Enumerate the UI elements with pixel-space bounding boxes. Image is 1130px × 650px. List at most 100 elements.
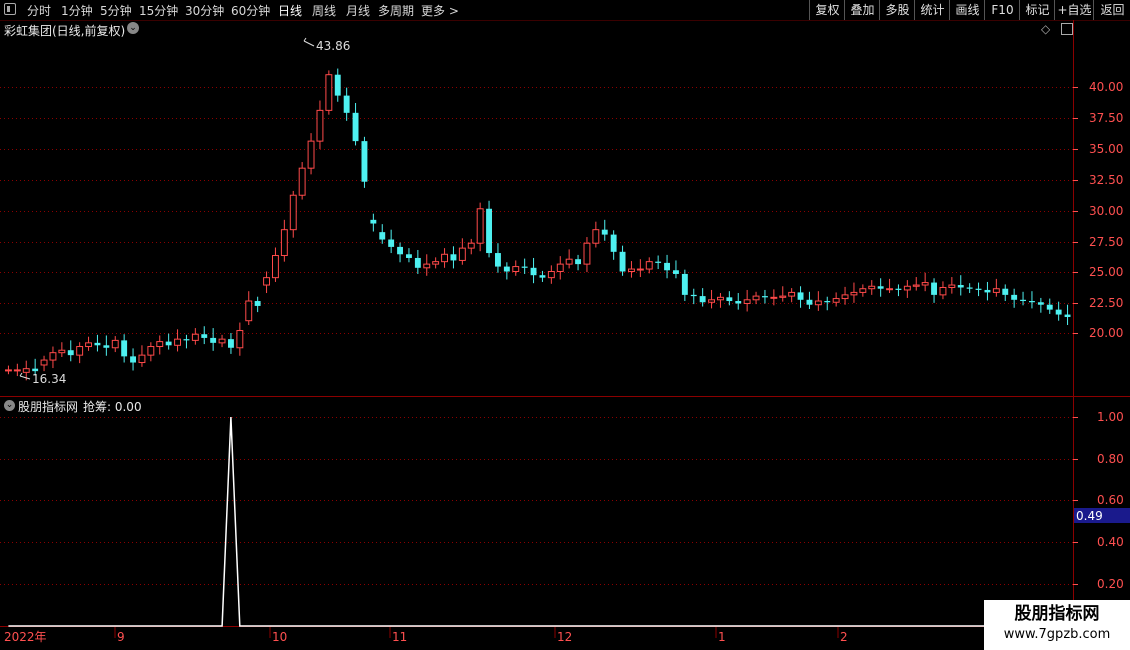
candle-body [289, 194, 297, 231]
candle-body [245, 300, 253, 322]
candle-body [992, 288, 1000, 293]
candle-body [183, 339, 190, 341]
candle-body [49, 352, 57, 361]
candle-body [743, 299, 751, 304]
candle-body [450, 254, 457, 261]
candle-body [806, 299, 813, 305]
candle-body [476, 208, 484, 244]
candle-body [40, 359, 48, 366]
candle-body [388, 239, 395, 247]
candle-body [708, 299, 715, 303]
candle-body [32, 368, 39, 372]
high-price-label: 43.86 [316, 39, 350, 53]
candle-body [859, 288, 867, 293]
candle-body [236, 330, 244, 349]
x-axis-label: 2022年 [4, 630, 47, 644]
price-tick-label: 27.50 [1089, 235, 1123, 249]
indicator-tick-label: 0.60 [1097, 493, 1124, 507]
watermark: 股朋指标网 www.7gpzb.com [984, 600, 1130, 650]
candle-body [121, 340, 128, 357]
candle-body [76, 346, 84, 356]
candle-body [414, 257, 421, 268]
candle-body [788, 291, 796, 297]
candle-body [379, 232, 386, 240]
candle-body [1002, 288, 1009, 295]
candle-body [521, 266, 528, 268]
x-axis-label: 12 [557, 630, 572, 644]
candle-body [547, 271, 555, 279]
watermark-line1: 股朋指标网 [1014, 604, 1100, 624]
candle-body [664, 262, 670, 271]
candle-body [636, 268, 644, 271]
candle-body [601, 229, 608, 235]
candle-body [814, 300, 822, 306]
candle-body [467, 242, 475, 249]
candle-body [432, 261, 440, 265]
candle-body [592, 229, 600, 244]
candle-body [779, 295, 787, 298]
candle-body [610, 234, 617, 252]
candle-body [850, 291, 858, 296]
candle-body [1055, 309, 1062, 315]
indicator-menu-icon[interactable]: ⌄ [4, 400, 15, 411]
candle-body [824, 301, 831, 303]
candle-body [138, 354, 146, 364]
candle-body [583, 242, 591, 265]
candle-body [565, 258, 573, 265]
candle-body [397, 246, 403, 255]
candle-body [1020, 299, 1026, 302]
candle-body [868, 285, 876, 290]
candle-body [103, 345, 110, 348]
indicator-tick-label: 0.80 [1097, 452, 1124, 466]
chevron-down-icon[interactable]: ⌄ [127, 22, 139, 34]
candle-body [931, 282, 937, 295]
current-value-label: 0.49 [1076, 509, 1103, 523]
candle-body [886, 288, 893, 291]
candle-body [645, 261, 653, 270]
candle-body [147, 346, 155, 356]
layout-toggle-icon[interactable] [1061, 23, 1073, 35]
candle-body [191, 333, 199, 341]
price-tick-label: 40.00 [1089, 80, 1123, 94]
candle-body [94, 342, 101, 346]
indicator-tick-label: 0.20 [1097, 577, 1124, 591]
candle-body [539, 275, 546, 278]
price-tick-label: 37.50 [1089, 111, 1123, 125]
indicator-tick-label: 1.00 [1097, 410, 1124, 424]
price-tick-label: 35.00 [1089, 142, 1123, 156]
candle-body [556, 263, 564, 272]
price-tick-label: 30.00 [1089, 204, 1123, 218]
candle-body [165, 341, 172, 346]
candle-body [272, 255, 279, 279]
candle-body [406, 254, 412, 258]
candle-body [298, 167, 306, 196]
candle-body [254, 301, 261, 306]
candle-body [939, 286, 947, 296]
candle-body [174, 338, 182, 346]
indicator-name: 股朋指标网 [18, 400, 79, 414]
candle-body [334, 74, 341, 96]
candle-body [218, 338, 226, 344]
candle-body [717, 296, 724, 301]
indicator-readout: 抢筹: 0.00 [83, 400, 142, 414]
candle-body [130, 356, 136, 363]
candle-body [975, 288, 982, 290]
x-axis-label: 10 [272, 630, 287, 644]
candle-body [948, 284, 956, 288]
candle-body [228, 339, 234, 348]
candle-body [673, 270, 679, 274]
candle-body [797, 292, 804, 300]
diamond-icon[interactable]: ◇ [1041, 22, 1050, 36]
candle-body [361, 141, 368, 182]
candle-body [575, 259, 581, 265]
stock-title: 彩虹集团(日线,前复权) [4, 24, 126, 38]
candle-body [841, 294, 849, 300]
candle-body [1037, 302, 1044, 305]
price-tick-label: 25.00 [1089, 265, 1123, 279]
candle-body [210, 337, 217, 343]
candle-body [280, 229, 288, 257]
candle-body [957, 285, 964, 288]
candle-body [111, 339, 119, 349]
candle-body [681, 273, 688, 295]
candle-body [58, 349, 66, 354]
